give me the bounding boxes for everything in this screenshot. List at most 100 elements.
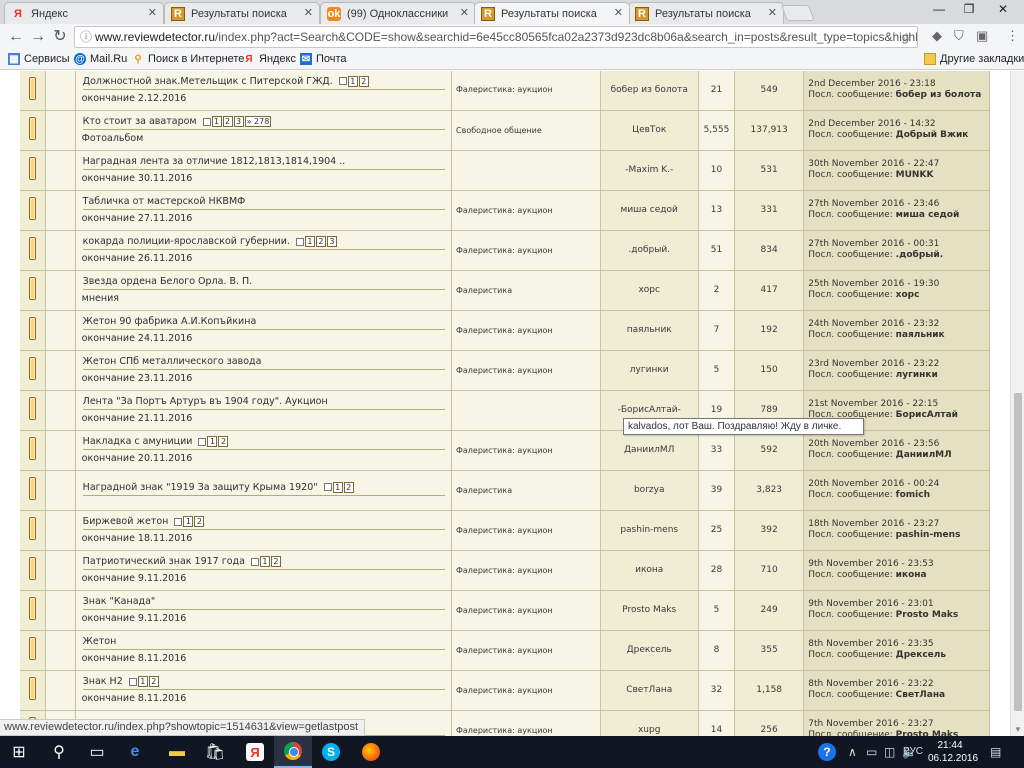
- topic-title-link[interactable]: Накладка с амуниции: [83, 436, 193, 447]
- forum-name-link[interactable]: Фалеристика: [451, 470, 601, 511]
- page-link[interactable]: 1: [211, 116, 222, 127]
- language-indicator[interactable]: РУС: [903, 746, 923, 757]
- bookmark-mail[interactable]: ✉ Почта: [300, 53, 347, 65]
- tab-search-results-2[interactable]: R Результаты поиска ✕: [474, 2, 630, 24]
- forum-name-link[interactable]: Фалеристика: аукцион: [451, 190, 601, 231]
- last-poster-link[interactable]: хорс: [896, 290, 920, 300]
- page-link[interactable]: 1: [304, 236, 315, 247]
- last-poster-link[interactable]: бобер из болота: [896, 90, 982, 100]
- page-link[interactable]: 1: [332, 481, 343, 493]
- close-tab-icon[interactable]: ✕: [148, 6, 157, 19]
- topic-author-link[interactable]: ДаниилМЛ: [600, 430, 699, 471]
- topic-title-link[interactable]: Патриотический знак 1917 года: [83, 556, 245, 567]
- forum-name-link[interactable]: Фалеристика: аукцион: [451, 430, 601, 471]
- forum-name-link[interactable]: Фалеристика: [451, 270, 601, 311]
- last-post-date[interactable]: 21st November 2016 - 22:15: [808, 399, 989, 410]
- page-link[interactable]: 1: [183, 516, 194, 527]
- close-window-icon[interactable]: ✕: [988, 2, 1018, 16]
- topic-author-link[interactable]: Prosto Maks: [600, 590, 699, 631]
- tab-search-results-3[interactable]: R Результаты поиска ✕: [628, 2, 784, 24]
- last-poster-link[interactable]: pashin-mens: [896, 530, 961, 540]
- last-post-date[interactable]: 9th November 2016 - 23:53: [808, 559, 989, 570]
- tab-yandex[interactable]: Я Яндекс ✕: [4, 2, 164, 24]
- topic-title-link[interactable]: Жетон: [83, 636, 117, 647]
- topic-title-link[interactable]: Наградной знак "1919 За защиту Крыма 192…: [83, 482, 318, 493]
- last-poster-link[interactable]: лугинки: [896, 370, 938, 380]
- scroll-down-arrow-icon[interactable]: ▼: [1014, 725, 1022, 734]
- other-bookmarks[interactable]: Другие закладки: [924, 53, 1024, 65]
- file-explorer-icon[interactable]: ▬: [158, 736, 196, 768]
- skype-icon[interactable]: S: [312, 736, 350, 768]
- bookmark-star-icon[interactable]: ☆: [901, 27, 912, 47]
- page-link[interactable]: 2: [343, 481, 354, 493]
- back-icon[interactable]: ←: [6, 28, 26, 46]
- bookmark-services[interactable]: ▦ Сервисы: [8, 53, 70, 65]
- tab-search-results-1[interactable]: R Результаты поиска ✕: [164, 2, 320, 24]
- topic-author-link[interactable]: хорс: [600, 270, 699, 311]
- last-post-date[interactable]: 24th November 2016 - 23:32: [808, 319, 989, 330]
- vertical-scrollbar[interactable]: ▼: [1010, 71, 1024, 736]
- forum-name-link[interactable]: Фалеристика: аукцион: [451, 350, 601, 391]
- page-link[interactable]: 1: [207, 436, 218, 447]
- page-link[interactable]: » 278: [244, 116, 272, 127]
- topic-title-link[interactable]: Знак "Канада": [83, 596, 156, 607]
- last-poster-link[interactable]: миша седой: [896, 210, 960, 220]
- task-view-icon[interactable]: ▭: [78, 736, 116, 768]
- network-icon[interactable]: ◫: [884, 745, 895, 759]
- topic-author-link[interactable]: .добрый.: [600, 230, 699, 271]
- topic-title-link[interactable]: Жетон СПб металлического завода: [83, 356, 262, 367]
- restore-icon[interactable]: ❐: [954, 2, 984, 16]
- forum-name-link[interactable]: Фалеристика: аукцион: [451, 590, 601, 631]
- battery-icon[interactable]: ▭: [866, 745, 877, 759]
- topic-title-link[interactable]: Жетон 90 фабрика А.И.Копъйкина: [83, 316, 257, 327]
- last-poster-link[interactable]: икона: [896, 570, 927, 580]
- page-link[interactable]: 3: [233, 116, 244, 127]
- topic-author-link[interactable]: бобер из болота: [600, 71, 699, 111]
- bookmark-search[interactable]: ⚲ Поиск в Интернете: [132, 53, 244, 65]
- store-icon[interactable]: 🛍: [196, 736, 234, 768]
- topic-author-link[interactable]: borzya: [600, 470, 699, 511]
- edge-icon[interactable]: e: [116, 736, 154, 768]
- topic-title-link[interactable]: Кто стоит за аватаром: [83, 116, 197, 127]
- page-info-icon[interactable]: ⓘ: [80, 27, 92, 47]
- scrollbar-thumb[interactable]: [1014, 393, 1022, 711]
- last-post-date[interactable]: 25th November 2016 - 19:30: [808, 279, 989, 290]
- bookmark-mailru[interactable]: @ Mail.Ru: [74, 53, 127, 65]
- last-post-date[interactable]: 18th November 2016 - 23:27: [808, 519, 989, 530]
- page-link[interactable]: 1: [259, 556, 270, 567]
- forum-name-link[interactable]: Фалеристика: аукцион: [451, 71, 601, 111]
- last-poster-link[interactable]: паяльник: [896, 330, 945, 340]
- topic-author-link[interactable]: икона: [600, 550, 699, 591]
- topic-author-link[interactable]: xupg: [600, 710, 699, 736]
- minimize-icon[interactable]: —: [924, 2, 954, 16]
- last-poster-link[interactable]: БорисАлтай: [896, 410, 958, 420]
- topic-title-link[interactable]: Звезда ордена Белого Орла. В. П.: [83, 276, 253, 287]
- last-post-date[interactable]: 27th November 2016 - 23:46: [808, 199, 989, 210]
- last-post-date[interactable]: 8th November 2016 - 23:22: [808, 679, 989, 690]
- last-poster-link[interactable]: Дрексель: [896, 650, 946, 660]
- forum-name-link[interactable]: Фалеристика: аукцион: [451, 510, 601, 551]
- last-post-date[interactable]: 9th November 2016 - 23:01: [808, 599, 989, 610]
- forum-name-link[interactable]: Фалеристика: аукцион: [451, 230, 601, 271]
- extension-icon[interactable]: ▣: [976, 28, 988, 44]
- last-poster-link[interactable]: СветЛана: [896, 690, 945, 700]
- topic-title-link[interactable]: Должностной знак.Метельщик с Питерской Г…: [83, 76, 333, 87]
- page-link[interactable]: 2: [270, 556, 281, 567]
- page-link[interactable]: 1: [137, 676, 148, 687]
- close-tab-icon[interactable]: ✕: [460, 6, 469, 19]
- topic-author-link[interactable]: лугинки: [600, 350, 699, 391]
- last-poster-link[interactable]: .добрый.: [896, 250, 943, 260]
- topic-title-link[interactable]: Табличка от мастерской НКВМФ: [83, 196, 246, 207]
- bookmark-yandex[interactable]: Я Яндекс: [243, 53, 296, 65]
- topic-author-link[interactable]: миша седой: [600, 190, 699, 231]
- address-bar[interactable]: ⓘ www.reviewdetector.ru/index.php?act=Se…: [74, 26, 918, 48]
- last-post-date[interactable]: 23rd November 2016 - 23:22: [808, 359, 989, 370]
- topic-title-link[interactable]: Наградная лента за отличие 1812,1813,181…: [83, 156, 346, 167]
- tab-odnoklassniki[interactable]: ok (99) Одноклассники ✕: [320, 2, 476, 24]
- shield-icon[interactable]: ⛉: [954, 28, 964, 44]
- last-poster-link[interactable]: Добрый Вжик: [896, 130, 969, 140]
- last-post-date[interactable]: 30th November 2016 - 22:47: [808, 159, 989, 170]
- close-tab-icon[interactable]: ✕: [304, 6, 313, 19]
- show-hidden-icons-icon[interactable]: ∧: [848, 745, 857, 759]
- topic-author-link[interactable]: ЦевТок: [600, 110, 699, 151]
